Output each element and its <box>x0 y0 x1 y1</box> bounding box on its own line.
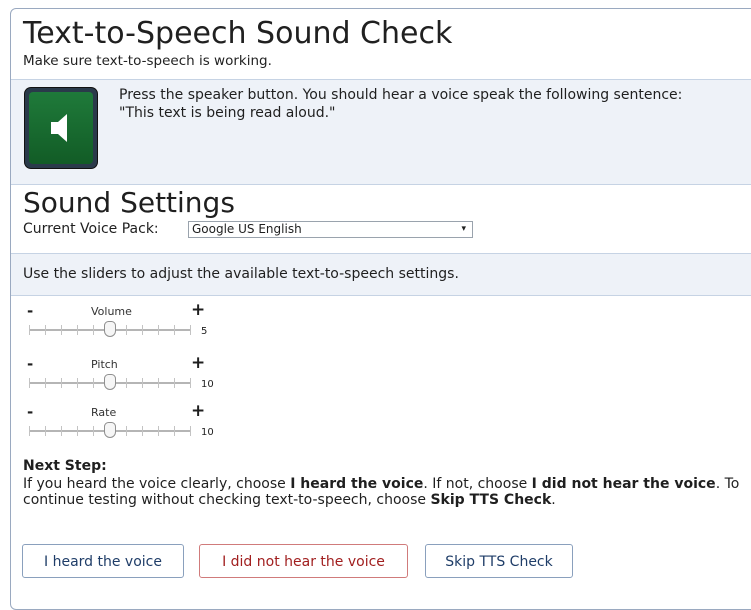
slider-tick <box>158 378 159 388</box>
next-step-emphasis: I heard the voice <box>290 476 424 492</box>
slider-tick <box>45 426 46 436</box>
slider-tick <box>174 378 175 388</box>
slider-tick <box>29 325 30 335</box>
slider-tick <box>93 378 94 388</box>
slider-tick <box>158 426 159 436</box>
slider-tick <box>61 325 62 335</box>
slider-tick <box>142 325 143 335</box>
plus-icon[interactable]: + <box>191 353 205 373</box>
slider-tick <box>77 378 78 388</box>
plus-icon[interactable]: + <box>191 300 205 320</box>
voice-pack-value: Google US English <box>192 222 302 236</box>
next-step-emphasis: I did not hear the voice <box>531 476 716 492</box>
page-title: Text-to-Speech Sound Check <box>23 16 453 51</box>
slider-thumb[interactable] <box>104 374 116 390</box>
slider-tick <box>93 325 94 335</box>
pitch-slider[interactable]: - Pitch + 10 <box>27 353 229 406</box>
not-heard-voice-button[interactable]: I did not hear the voice <box>199 544 408 578</box>
heard-voice-button[interactable]: I heard the voice <box>22 544 184 578</box>
slider-value: 5 <box>201 326 208 337</box>
sound-settings-title: Sound Settings <box>23 186 235 219</box>
slider-track[interactable] <box>29 321 191 337</box>
slider-tick <box>77 325 78 335</box>
plus-icon[interactable]: + <box>191 401 205 421</box>
next-step-heading: Next Step: <box>23 458 107 474</box>
next-step-text: If you heard the voice clearly, choose I… <box>23 476 751 508</box>
slider-tick <box>126 325 127 335</box>
slider-tick <box>190 426 191 436</box>
slider-value: 10 <box>201 427 214 438</box>
slider-instructions: Use the sliders to adjust the available … <box>23 266 459 282</box>
slider-tick <box>61 426 62 436</box>
next-step-emphasis: Skip TTS Check <box>430 492 552 508</box>
speaker-icon <box>51 114 67 142</box>
speaker-section: Press the speaker button. You should hea… <box>11 79 751 185</box>
slider-tick <box>61 378 62 388</box>
volume-slider[interactable]: - Volume + 5 <box>27 300 229 353</box>
minus-icon[interactable]: - <box>27 302 33 320</box>
slider-thumb[interactable] <box>104 321 116 337</box>
tts-check-panel: Text-to-Speech Sound Check Make sure tex… <box>10 8 751 610</box>
minus-icon[interactable]: - <box>27 355 33 373</box>
slider-tick <box>77 426 78 436</box>
slider-label: Volume <box>91 305 132 318</box>
rate-slider[interactable]: - Rate + 10 <box>27 401 229 454</box>
skip-tts-check-button[interactable]: Skip TTS Check <box>425 544 573 578</box>
sound-settings-section: Sound Settings Current Voice Pack: Googl… <box>11 185 751 253</box>
page-subtitle: Make sure text-to-speech is working. <box>23 53 272 69</box>
slider-note-section: Use the sliders to adjust the available … <box>11 253 751 296</box>
speaker-instruction: Press the speaker button. You should hea… <box>119 87 683 121</box>
slider-tick <box>93 426 94 436</box>
slider-tick <box>29 378 30 388</box>
slider-value: 10 <box>201 379 214 390</box>
slider-tick <box>45 378 46 388</box>
slider-thumb[interactable] <box>104 422 116 438</box>
voice-pack-select[interactable]: Google US English ▾ <box>188 221 473 238</box>
dropdown-caret-icon: ▾ <box>461 224 466 234</box>
slider-tick <box>158 325 159 335</box>
speaker-button[interactable] <box>25 88 97 168</box>
next-step-text-part: . If not, choose <box>423 476 532 492</box>
slider-track[interactable] <box>29 422 191 438</box>
slider-tick <box>174 325 175 335</box>
slider-label: Rate <box>91 406 117 419</box>
slider-tick <box>126 378 127 388</box>
slider-tick <box>174 426 175 436</box>
header-section: Text-to-Speech Sound Check Make sure tex… <box>11 9 751 79</box>
minus-icon[interactable]: - <box>27 403 33 421</box>
slider-tick <box>142 426 143 436</box>
slider-tick <box>126 426 127 436</box>
slider-tick <box>45 325 46 335</box>
slider-track[interactable] <box>29 374 191 390</box>
slider-label: Pitch <box>91 358 118 371</box>
slider-tick <box>29 426 30 436</box>
next-step-text-part: . <box>551 492 556 508</box>
next-step-text-part: If you heard the voice clearly, choose <box>23 476 291 492</box>
slider-tick <box>190 378 191 388</box>
slider-tick <box>190 325 191 335</box>
voice-pack-label: Current Voice Pack: <box>23 221 159 237</box>
slider-tick <box>142 378 143 388</box>
